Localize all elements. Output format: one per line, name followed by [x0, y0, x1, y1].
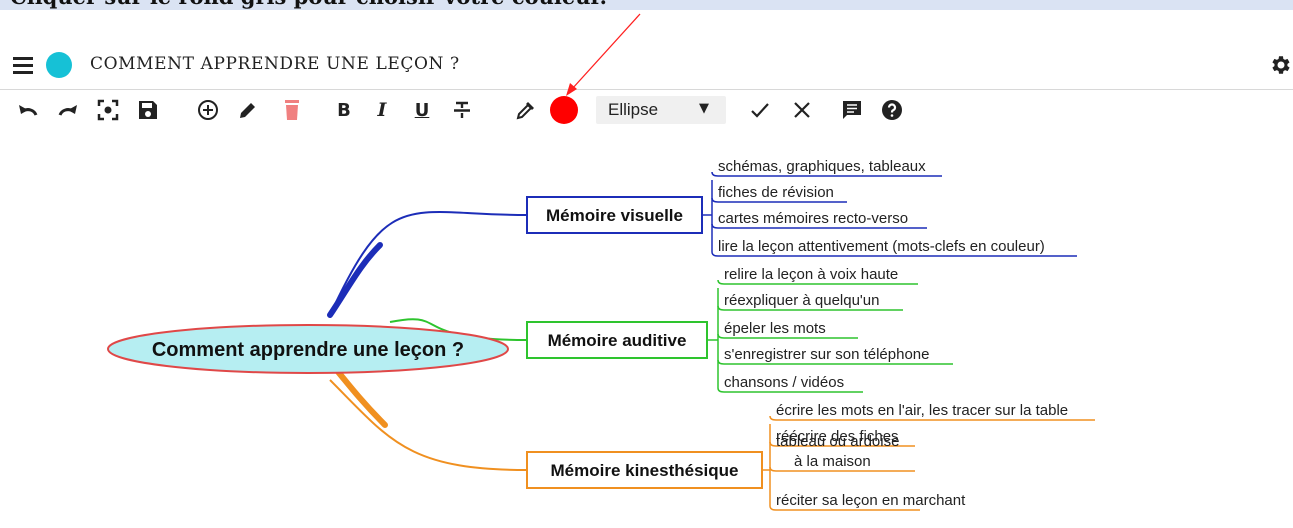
title-bar: COMMENT APPRENDRE UNE LEÇON ?	[0, 44, 1293, 88]
cancel-icon[interactable]	[788, 96, 816, 124]
page-title: COMMENT APPRENDRE UNE LEÇON ?	[90, 54, 460, 74]
leaf-node[interactable]: épeler les mots	[717, 320, 858, 339]
shape-select[interactable]: Ellipse ▼	[596, 96, 726, 124]
leaf-node[interactable]: relire la leçon à voix haute	[717, 266, 918, 285]
branch-connector-root	[327, 242, 383, 318]
edit-icon[interactable]	[234, 96, 262, 124]
leaf-node[interactable]: réexpliquer à quelqu'un	[717, 292, 903, 311]
toolbar-divider	[0, 89, 1293, 90]
branch-label: Mémoire kinesthésique	[550, 461, 738, 480]
root-label: Comment apprendre une leçon ?	[152, 339, 464, 361]
leaf-label: réciter sa leçon en marchant	[776, 492, 966, 509]
leaf-node[interactable]: chansons / vidéos	[717, 374, 863, 393]
branch-2[interactable]: Mémoire auditive relire la leçon à voix h…	[389, 266, 953, 393]
leaf-label: tableau ou ardoise à la maison	[776, 433, 899, 470]
leaf-label: réexpliquer à quelqu'un	[724, 292, 879, 309]
branch-1[interactable]: Mémoire visuelle schémas, graphiques, tab…	[327, 158, 1077, 318]
leaf-node[interactable]: s'enregistrer sur son téléphone	[717, 346, 953, 365]
leaf-node[interactable]: tableau ou ardoise à la maison	[769, 433, 915, 472]
italic-icon[interactable]: I	[370, 96, 394, 124]
leaf-label: cartes mémoires recto-verso	[718, 210, 908, 227]
leaf-node[interactable]: lire la leçon attentivement (mots-clefs …	[711, 238, 1077, 257]
comment-icon[interactable]	[838, 96, 866, 124]
leaf-label: lire la leçon attentivement (mots-clefs …	[718, 238, 1045, 255]
delete-icon[interactable]	[278, 96, 306, 124]
gear-icon[interactable]	[1268, 53, 1292, 77]
leaf-node[interactable]: schémas, graphiques, tableaux	[711, 158, 942, 177]
menu-icon[interactable]	[13, 56, 33, 74]
add-node-icon[interactable]	[194, 96, 222, 124]
shape-select-value: Ellipse	[608, 100, 659, 119]
underline-icon[interactable]: U	[410, 96, 434, 124]
leaf-node[interactable]: cartes mémoires recto-verso	[711, 210, 927, 229]
leaf-label: écrire les mots en l'air, les tracer sur…	[776, 402, 1068, 419]
instruction-text: Cliquer sur le rond gris pour choisir vo…	[10, 0, 607, 9]
color-picker[interactable]	[550, 96, 578, 124]
help-icon[interactable]	[878, 96, 906, 124]
leaf-node[interactable]: fiches de révision	[711, 184, 847, 203]
leaf-label: épeler les mots	[724, 320, 826, 337]
leaf-label: s'enregistrer sur son téléphone	[724, 346, 929, 363]
branch-connector	[329, 211, 528, 316]
strikethrough-icon[interactable]	[448, 96, 476, 124]
map-color-dot[interactable]	[46, 52, 72, 78]
redo-icon[interactable]	[54, 96, 82, 124]
leaf-label: relire la leçon à voix haute	[724, 266, 898, 283]
confirm-icon[interactable]	[746, 96, 774, 124]
leaf-node[interactable]: réciter sa leçon en marchant	[769, 492, 966, 511]
mind-map: Mémoire visuelle schémas, graphiques, tab…	[107, 158, 1095, 511]
instruction-banner: Cliquer sur le rond gris pour choisir vo…	[0, 0, 1293, 10]
bold-icon[interactable]: B	[332, 96, 356, 124]
leaf-node[interactable]: écrire les mots en l'air, les tracer sur…	[769, 402, 1095, 421]
chevron-down-icon: ▼	[699, 101, 709, 116]
branch-label: Mémoire visuelle	[546, 206, 683, 225]
center-icon[interactable]	[94, 96, 122, 124]
eyedropper-icon[interactable]	[512, 96, 540, 124]
root-node[interactable]: Comment apprendre une leçon ?	[107, 324, 509, 374]
leaf-label: chansons / vidéos	[724, 374, 844, 391]
undo-icon[interactable]	[14, 96, 42, 124]
leaf-label: fiches de révision	[718, 184, 834, 201]
branch-label: Mémoire auditive	[548, 331, 687, 350]
save-icon[interactable]	[134, 96, 162, 124]
leaf-label: schémas, graphiques, tableaux	[718, 158, 926, 175]
branch-3[interactable]: Mémoire kinesthésique écrire les mots en …	[327, 359, 1095, 511]
